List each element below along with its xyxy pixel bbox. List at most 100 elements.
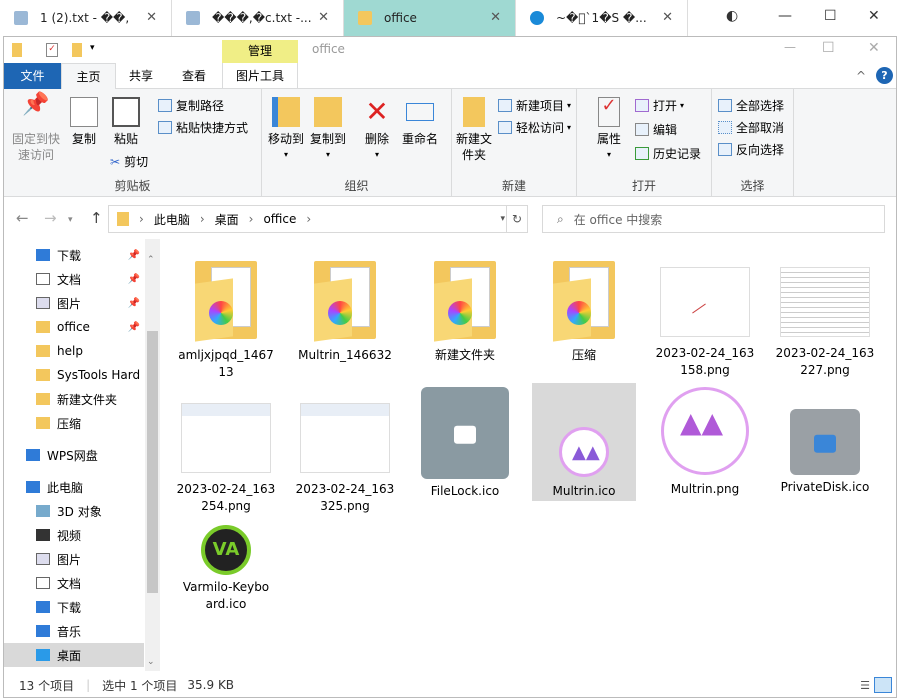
sidebar-item[interactable]: 桌面: [4, 643, 144, 667]
browser-tab[interactable]: 1 (2).txt - ��, ✕: [0, 0, 172, 36]
sidebar-item[interactable]: 图片: [4, 547, 144, 571]
history-button[interactable]: 历史记录: [635, 145, 701, 162]
maximize-button[interactable]: ☐: [822, 40, 835, 56]
details-view-button[interactable]: ☰: [860, 679, 870, 692]
new-folder-button[interactable]: 新建文件夹: [454, 97, 494, 163]
sidebar-item[interactable]: 文档 📌: [4, 267, 144, 291]
file-item[interactable]: 2023-02-24_163 254.png: [171, 383, 281, 515]
browser-tab[interactable]: ~� `1�S �... ✕: [516, 0, 688, 36]
file-item[interactable]: PrivateDisk.ico: [770, 383, 880, 496]
sidebar-scrollbar[interactable]: ⌃ ⌄: [145, 239, 160, 671]
sidebar-item[interactable]: help: [4, 339, 144, 363]
sidebar-item[interactable]: 文档: [4, 571, 144, 595]
recent-locations-icon[interactable]: ▾: [68, 215, 73, 225]
close-button[interactable]: ✕: [868, 40, 880, 56]
sidebar-item[interactable]: 音乐: [4, 619, 144, 643]
sidebar-item[interactable]: 下载 📌: [4, 243, 144, 267]
theme-icon[interactable]: ◐: [726, 8, 738, 24]
file-item[interactable]: 新建文件夹: [410, 253, 520, 364]
breadcrumb-office[interactable]: office: [263, 212, 296, 226]
file-item[interactable]: VA Varmilo-Keybo ard.ico: [171, 517, 281, 613]
sidebar-item[interactable]: 新建文件夹: [4, 387, 144, 411]
tab-view[interactable]: 查看: [166, 63, 222, 89]
minimize-button[interactable]: —: [784, 40, 796, 54]
file-item[interactable]: 2023-02-24_163 158.png: [650, 253, 760, 379]
group-label: 剪贴板: [114, 179, 151, 193]
pin-quick-access-button[interactable]: 📌 固定到快速访问: [8, 92, 64, 163]
close-icon[interactable]: ✕: [146, 10, 157, 25]
file-item[interactable]: amljxjpqd_1467 13: [171, 253, 281, 381]
maximize-button[interactable]: ☐: [824, 8, 837, 24]
open-button[interactable]: 打开 ▾: [635, 97, 684, 114]
easy-access-icon: [498, 121, 512, 134]
new-folder-icon[interactable]: [72, 43, 82, 57]
copy-button[interactable]: 复制: [66, 97, 102, 147]
sidebar-item[interactable]: 下载: [4, 595, 144, 619]
browser-tab-active[interactable]: office ✕: [344, 0, 516, 36]
copy-to-button[interactable]: 复制到 ▾: [308, 97, 348, 163]
close-icon[interactable]: ✕: [662, 10, 673, 25]
move-to-button[interactable]: 移动到 ▾: [266, 97, 306, 163]
copy-path-button[interactable]: 复制路径: [158, 97, 224, 114]
properties-icon: ✓: [598, 97, 620, 127]
address-bar[interactable]: › 此电脑 › 桌面 › office › ▾ ↻: [108, 205, 528, 233]
properties-button[interactable]: ✓ 属性 ▾: [591, 97, 627, 163]
paste-shortcut-button[interactable]: 粘贴快捷方式: [158, 119, 248, 136]
new-item-button[interactable]: 新建项目 ▾: [498, 97, 571, 114]
rename-button[interactable]: 重命名: [398, 97, 442, 147]
help-icon[interactable]: ?: [876, 67, 893, 84]
forward-button[interactable]: →: [44, 209, 57, 227]
tab-file[interactable]: 文件: [4, 63, 61, 89]
file-item[interactable]: 2023-02-24_163 325.png: [290, 383, 400, 515]
tab-home[interactable]: 主页: [61, 63, 116, 90]
tab-share[interactable]: 共享: [116, 63, 166, 89]
back-button[interactable]: ←: [16, 209, 29, 227]
breadcrumb-desktop[interactable]: 桌面: [215, 211, 239, 228]
file-item[interactable]: 2023-02-24_163 227.png: [770, 253, 880, 379]
scroll-down-icon[interactable]: ⌄: [147, 657, 158, 667]
scroll-up-icon[interactable]: ⌃: [147, 255, 158, 265]
delete-button[interactable]: ✕ 删除 ▾: [360, 97, 394, 163]
browser-tab[interactable]: ���,�c.txt -... ✕: [172, 0, 344, 36]
file-item[interactable]: 压缩: [529, 253, 639, 364]
pin-icon: 📌: [22, 92, 50, 117]
sidebar-item[interactable]: 图片 📌: [4, 291, 144, 315]
sidebar-item[interactable]: 此电脑: [4, 475, 144, 499]
collapse-ribbon-icon[interactable]: ^: [856, 69, 866, 83]
paste-button[interactable]: 粘贴: [108, 97, 144, 147]
file-item[interactable]: ▲▲ Multrin.ico: [532, 383, 636, 501]
close-icon[interactable]: ✕: [490, 10, 501, 25]
easy-access-button[interactable]: 轻松访问 ▾: [498, 119, 571, 136]
sidebar-item[interactable]: 压缩: [4, 411, 144, 435]
refresh-button[interactable]: ↻: [506, 205, 528, 233]
search-input[interactable]: ⌕ 在 office 中搜索: [542, 205, 885, 233]
select-none-button[interactable]: 全部取消: [718, 119, 784, 136]
tab-picture-tools[interactable]: 图片工具: [222, 63, 298, 89]
open-icon: [635, 99, 649, 112]
sidebar-item[interactable]: office 📌: [4, 315, 144, 339]
sidebar-item[interactable]: 视频: [4, 523, 144, 547]
folder-icon: [36, 393, 50, 405]
edit-button[interactable]: 编辑: [635, 121, 677, 138]
sidebar-item[interactable]: SysTools Hard: [4, 363, 144, 387]
cut-button[interactable]: ✂ 剪切: [110, 153, 148, 170]
address-dropdown-icon[interactable]: ▾: [500, 214, 505, 224]
up-button[interactable]: ↑: [90, 209, 103, 227]
minimize-button[interactable]: —: [778, 8, 792, 24]
close-button[interactable]: ✕: [868, 8, 880, 24]
sidebar-item[interactable]: 3D 对象: [4, 499, 144, 523]
breadcrumb-this-pc[interactable]: 此电脑: [154, 211, 190, 228]
file-item[interactable]: FileLock.ico: [410, 383, 520, 500]
large-icons-view-button[interactable]: [874, 677, 892, 693]
properties-icon[interactable]: ✓: [46, 43, 58, 57]
customize-qat-icon[interactable]: ▾: [90, 43, 95, 53]
select-all-button[interactable]: 全部选择: [718, 97, 784, 114]
sidebar-item[interactable]: WPS网盘: [4, 443, 144, 467]
file-item[interactable]: ▲▲ Multrin.png: [650, 383, 760, 498]
invert-selection-button[interactable]: 反向选择: [718, 141, 784, 158]
file-item[interactable]: Multrin_146632: [290, 253, 400, 364]
file-name: 2023-02-24_163 158.png: [655, 346, 755, 377]
scrollbar-thumb[interactable]: [147, 331, 158, 593]
chevron-right-icon: ›: [248, 212, 254, 226]
close-icon[interactable]: ✕: [318, 10, 329, 25]
